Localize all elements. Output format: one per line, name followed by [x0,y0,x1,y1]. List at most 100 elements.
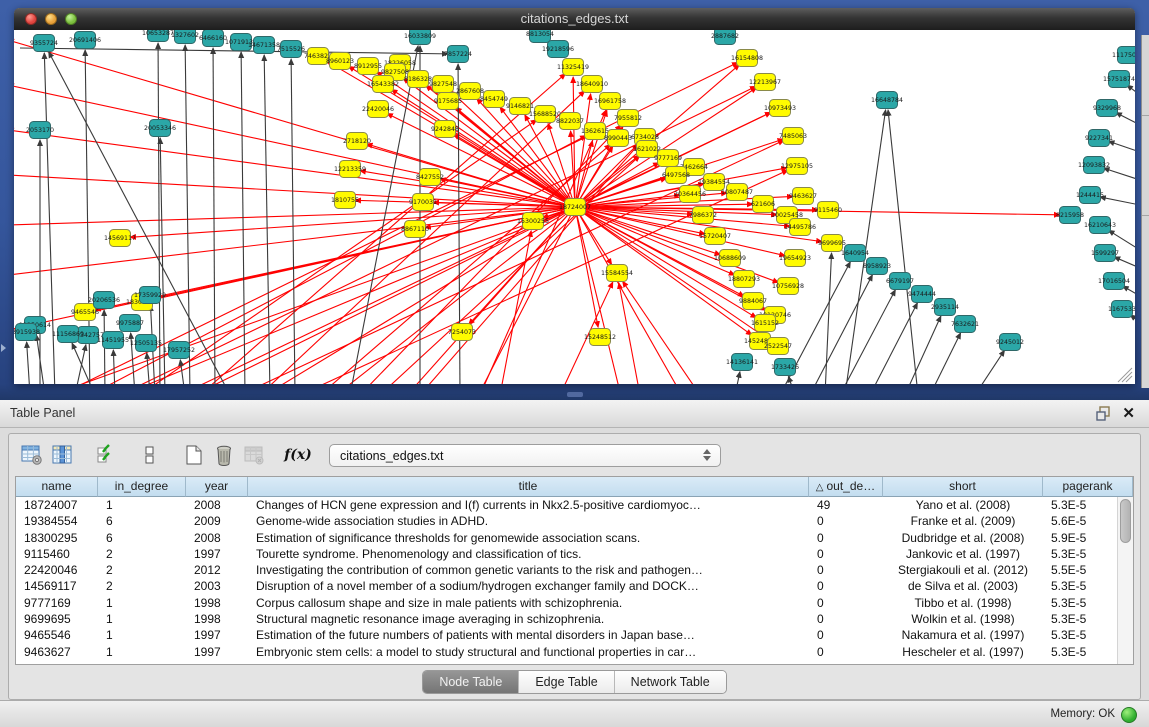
table-vertical-scrollbar[interactable] [1117,497,1133,664]
network-node[interactable]: 9699695 [818,235,846,252]
network-node[interactable]: 20691406 [69,32,101,49]
network-node[interactable]: 3915938 [14,324,40,341]
network-node[interactable]: 7515526 [277,41,305,58]
table-select-dropdown[interactable]: citations_edges.txt [329,444,721,467]
network-node[interactable]: 18640910 [576,76,608,93]
network-edge[interactable] [340,207,575,384]
table-row[interactable]: 1938455462009Genome-wide association stu… [16,513,1133,529]
column-header-out_de[interactable]: △out_de… [809,477,883,497]
network-node[interactable]: 12505135 [130,335,162,352]
network-node[interactable]: 15300255 [517,213,549,230]
network-edge[interactable] [14,175,575,207]
network-node[interactable]: 10756928 [772,278,804,295]
network-edge[interactable] [350,46,418,384]
network-edge[interactable] [810,275,872,384]
network-node[interactable]: 621606 [751,196,775,213]
network-edge[interactable] [14,130,575,207]
network-node[interactable]: 16961758 [594,93,626,110]
network-node[interactable]: 9175685 [434,93,462,110]
network-edge[interactable] [575,207,785,256]
network-node[interactable]: 9227341 [1085,130,1113,147]
network-node[interactable]: 1167533 [1108,301,1135,318]
network-edge[interactable] [888,110,918,384]
network-node[interactable]: 15584554 [601,265,633,282]
network-node[interactable]: 16033809 [404,30,436,45]
network-edge[interactable] [825,253,832,384]
network-node[interactable]: 14569117 [104,230,136,247]
table-row[interactable]: 1872400712008Changes of HCN gene express… [16,497,1133,513]
network-node[interactable]: 15248512 [584,329,616,346]
delete-button[interactable] [211,442,237,468]
network-node[interactable]: 20053346 [144,120,176,137]
table-row[interactable]: 946554611997Estimation of the future num… [16,627,1133,643]
network-edge[interactable] [930,333,961,384]
column-header-name[interactable]: name [16,477,98,497]
network-node[interactable]: 6466160 [199,30,227,47]
network-node[interactable]: 8215958 [1056,207,1084,224]
network-window-titlebar[interactable]: citations_edges.txt [14,8,1135,31]
new-table-button[interactable] [181,442,207,468]
network-node[interactable]: 8427552 [416,169,444,186]
network-edge[interactable] [1104,168,1135,180]
network-edge[interactable] [14,207,575,225]
select-all-button[interactable] [93,442,119,468]
network-node[interactable]: 9242848 [431,121,459,138]
table-row[interactable]: 969969511998Structural magnetic resonanc… [16,611,1133,627]
right-panel-edge[interactable] [1141,35,1149,388]
splitter-handle[interactable] [567,392,583,397]
column-header-pagerank[interactable]: pagerank [1043,477,1133,497]
clear-selection-button[interactable] [137,442,163,468]
tab-node-table[interactable]: Node Table [423,671,518,693]
network-edge[interactable] [1108,141,1135,152]
network-node[interactable]: 7254073 [448,324,476,341]
table-settings-button[interactable] [19,442,45,468]
network-edge[interactable] [575,207,680,384]
network-node[interactable]: 17957252 [163,342,195,359]
network-node[interactable]: 7632621 [951,316,979,333]
network-node[interactable]: 1810755 [331,192,359,209]
scrollbar-thumb[interactable] [1120,499,1131,543]
network-node[interactable]: 16648784 [871,92,903,109]
network-edge[interactable] [213,48,215,384]
float-panel-icon[interactable] [1096,406,1111,421]
network-edge[interactable] [158,43,160,384]
network-node[interactable]: 9115460 [814,202,842,219]
network-edge[interactable] [36,335,45,384]
network-node[interactable]: 1640954 [841,245,869,262]
network-node[interactable]: 10653287 [142,30,174,42]
network-edge[interactable] [14,40,575,207]
network-node[interactable]: 9975887 [116,315,144,332]
table-row[interactable]: 911546021997Tourette syndrome. Phenomeno… [16,546,1133,562]
network-node[interactable]: 11175044 [1112,47,1135,64]
network-node[interactable]: 9245012 [996,334,1024,351]
network-node[interactable]: 9474444 [908,286,936,303]
network-node[interactable]: 1327602 [171,30,199,44]
network-edge[interactable] [1116,113,1135,125]
network-node[interactable]: 1244415 [1076,187,1104,204]
network-node[interactable]: 12975105 [781,158,813,175]
network-edge[interactable] [735,372,740,384]
network-edge[interactable] [72,343,95,384]
network-node[interactable]: 19218596 [542,41,574,58]
table-row[interactable]: 977716911998Corpus callosum shape and si… [16,595,1133,611]
panel-collapse-arrow[interactable] [1,344,6,352]
network-node[interactable]: 7485063 [779,128,807,145]
network-edge[interactable] [619,283,640,384]
resize-grip[interactable] [1118,368,1132,382]
network-node[interactable]: 2053170 [26,122,54,139]
network-edge[interactable] [291,59,295,384]
network-node[interactable]: 7955812 [614,110,642,127]
network-node[interactable]: 1733426 [771,359,799,376]
network-node[interactable]: 9777169 [654,150,682,167]
network-edge[interactable] [75,345,86,384]
network-node[interactable]: 7857224 [444,46,472,63]
close-panel-icon[interactable]: ✕ [1122,404,1135,422]
table-row[interactable]: 2242004622012Investigating the contribut… [16,562,1133,578]
network-node[interactable]: 8186328 [404,71,432,88]
network-node[interactable]: 8958923 [863,258,891,275]
column-visibility-button[interactable] [49,442,75,468]
network-node[interactable]: 9884067 [739,293,767,310]
network-node[interactable]: 18807293 [728,271,760,288]
table-row[interactable]: 946362711997Embryonic stem cells: a mode… [16,644,1133,660]
network-edge[interactable] [1114,257,1135,268]
